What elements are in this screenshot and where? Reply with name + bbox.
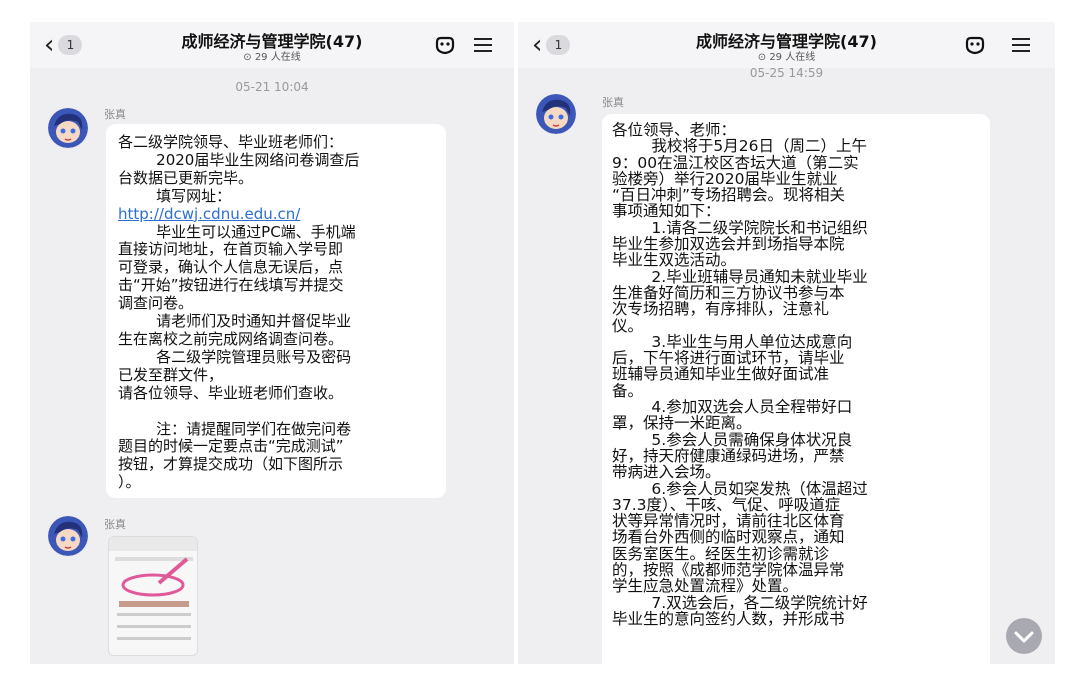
message-line: 题目的时候一定要点击“完成测试” <box>118 437 344 456</box>
message-line: 毕业生的意向签约人数，并形成书 <box>612 609 845 628</box>
avatar[interactable] <box>48 516 88 556</box>
message-line: 按钮，才算提交成功（如下图所示 <box>118 455 344 474</box>
message-line: 生在离校之前完成网络调查问卷。 <box>118 329 344 348</box>
message-line: 次专场招聘，有序排队，注意礼 <box>612 300 830 319</box>
avatar[interactable] <box>536 94 576 134</box>
message-line: 填写网址： <box>118 186 232 205</box>
message-line: 9：00在温江校区杏坛大道（第二实 <box>612 153 859 172</box>
group-badge-icon[interactable] <box>434 34 456 56</box>
message-line: 毕业生可以通过PC端、手机端 <box>118 222 356 241</box>
message-line: 已发至群文件， <box>118 365 224 384</box>
sender-name: 张真 <box>602 96 624 109</box>
image-message-thumbnail[interactable] <box>108 536 198 656</box>
message-line: 请老师们及时通知并督促毕业 <box>118 312 352 331</box>
chat-window-right: ‹ 1 成师经济与管理学院(47) ⊙ 29 人在线 05-25 14:59 张… <box>518 22 1055 664</box>
chat-window-left: ‹ 1 成师经济与管理学院(47) ⊙ 29 人在线 05-21 10:04 张… <box>30 22 514 664</box>
sender-name: 张真 <box>104 518 126 531</box>
message-line <box>118 403 436 421</box>
message-line: 直接访问地址，在首页输入学号即 <box>118 240 344 259</box>
message-line: 状等异常情况时，请前往北区体育 <box>612 512 845 531</box>
message-line: 6.参会人员如突发热（体温超过 <box>612 479 868 498</box>
scroll-down-button[interactable] <box>1006 618 1042 654</box>
message-line: 台数据已更新完毕。 <box>118 168 254 187</box>
message-line: 的，按照《成都师范学院体温异常 <box>612 561 845 580</box>
message-line: 注：请提醒同学们在做完问卷 <box>118 419 352 438</box>
message-timestamp: 05-25 14:59 <box>749 66 824 80</box>
chat-header: ‹ 1 成师经济与管理学院(47) ⊙ 29 人在线 <box>518 22 1055 68</box>
message-line: 毕业生双选活动。 <box>612 251 737 270</box>
message-line: 场看台外西侧的临时观察点，通知 <box>612 528 845 547</box>
message-line: 37.3度）、干咳、气促、呼吸道症 <box>612 495 841 514</box>
message-line: 1.请各二级学院院长和书记组织 <box>612 218 868 237</box>
message-line: 击“开始”按钮进行在线填写并提交 <box>118 276 344 295</box>
survey-link[interactable]: http://dcwj.cdnu.edu.cn/ <box>118 205 436 224</box>
message-line: 各二级学院管理员账号及密码 <box>118 347 352 366</box>
message-line: 各位领导、老师： <box>612 121 737 139</box>
message-bubble[interactable]: 各位领导、老师： 我校将于5月26日（周二）上午 9：00在温江校区杏坛大道（第… <box>602 114 990 664</box>
group-badge-icon[interactable] <box>964 34 986 56</box>
message-line: 事项通知如下： <box>612 202 721 221</box>
message-line: 我校将于5月26日（周二）上午 <box>612 137 868 156</box>
message-line: 2.毕业班辅导员通知未就业毕业 <box>612 267 868 286</box>
screenshot-composite: ‹ 1 成师经济与管理学院(47) ⊙ 29 人在线 05-21 10:04 张… <box>0 0 1080 690</box>
message-line: 罩，保持一米距离。 <box>612 414 752 433</box>
message-line: 各二级学院领导、毕业班老师们： <box>118 133 344 151</box>
hamburger-menu-icon[interactable] <box>472 34 494 56</box>
avatar[interactable] <box>48 108 88 148</box>
hamburger-menu-icon[interactable] <box>1010 34 1032 56</box>
message-line: 2020届毕业生网络问卷调查后 <box>118 150 360 169</box>
message-line: 请各位领导、毕业班老师们查收。 <box>118 383 344 402</box>
message-line: 4.参加双选会人员全程带好口 <box>612 398 853 417</box>
chat-header: ‹ 1 成师经济与管理学院(47) ⊙ 29 人在线 <box>30 22 514 68</box>
message-line: 3.毕业生与用人单位达成意向 <box>612 332 853 351</box>
message-line: 备。 <box>612 381 644 400</box>
message-line: 班辅导员通知毕业生做好面试准 <box>612 365 830 384</box>
message-line: 调查问卷。 <box>118 294 194 313</box>
chevron-down-icon <box>1014 631 1034 643</box>
message-line: 后，下午将进行面试环节，请毕业 <box>612 349 845 368</box>
sender-name: 张真 <box>104 108 126 121</box>
message-line: 验楼旁）举行2020届毕业生就业 <box>612 169 838 188</box>
message-line: 好，持天府健康通绿码进场，严禁 <box>612 446 845 465</box>
message-line: 带病进入会场。 <box>612 463 721 482</box>
message-line: 毕业生参加双选会并到场指导本院 <box>612 235 845 254</box>
message-timestamp: 05-21 10:04 <box>235 80 309 94</box>
message-line: 生准备好简历和三方协议书参与本 <box>612 283 845 302</box>
message-line: 学生应急处置流程》处置。 <box>612 577 799 596</box>
message-line: “百日冲刺”专场招聘会。现将相关 <box>612 186 846 205</box>
message-line: 仪。 <box>612 316 644 335</box>
message-line: 5.参会人员需确保身体状况良 <box>612 430 853 449</box>
message-line: 可登录，确认个人信息无误后，点 <box>118 258 344 277</box>
message-line: 医务室医生。经医生初诊需就诊 <box>612 544 830 563</box>
message-line: 7.双选会后，各二级学院统计好 <box>612 593 868 612</box>
message-line: ）。 <box>118 473 141 492</box>
message-bubble[interactable]: 各二级学院领导、毕业班老师们： 2020届毕业生网络问卷调查后 台数据已更新完毕… <box>106 124 446 498</box>
